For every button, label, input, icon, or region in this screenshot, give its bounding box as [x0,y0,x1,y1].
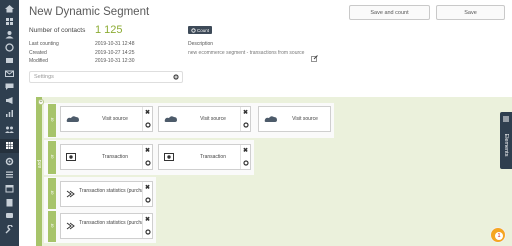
remove-condition-icon[interactable]: ✖ [145,110,150,116]
email-icon[interactable] [4,69,15,78]
condition-settings-gear-icon[interactable] [243,122,249,128]
calendar-icon[interactable] [4,184,15,193]
condition-name: Transaction [102,154,128,160]
notification-badge: 1 [495,232,503,240]
description-label: Description [188,41,214,47]
remove-condition-icon[interactable]: ✖ [145,148,150,154]
settings-gear-icon[interactable] [173,74,179,80]
created-value: 2019-10-27 14:25 [95,50,135,56]
modified-label: Modified [29,58,48,64]
condition-settings-gear-icon[interactable] [145,160,151,166]
or-label: or [49,190,55,195]
analytics-icon[interactable] [4,109,15,118]
page-title: New Dynamic Segment [29,6,150,18]
settings-icon[interactable] [4,157,15,166]
or-label: or [49,117,55,122]
visit-source-cloud-icon [66,116,79,122]
transaction-statistics-icon [66,222,75,230]
menu-icon [503,116,509,122]
condition-controls: ✖ [142,145,152,169]
megaphone-icon[interactable] [4,96,15,105]
condition-name: Visit source [292,116,318,122]
condition-card[interactable]: Transaction ✖ [158,144,251,170]
and-connector [36,97,42,246]
count-button-label: Count [196,27,209,33]
left-sidebar [0,0,19,246]
save-button[interactable]: Save [436,5,505,20]
condition-card[interactable]: Visit source [258,106,331,132]
reports-icon[interactable] [4,198,15,207]
condition-settings-gear-icon[interactable] [145,122,151,128]
transaction-statistics-icon [66,190,75,198]
user-avatar[interactable]: 1 [490,227,506,243]
condition-controls: ✖ [142,107,152,131]
condition-name: Transaction [200,154,226,160]
condition-card[interactable]: Transaction ✖ [60,144,153,170]
condition-card[interactable]: Transaction statistics (purchase) ✖ [60,213,153,239]
condition-name: Transaction statistics (purchase) [79,220,151,226]
chat-icon[interactable] [4,82,15,91]
condition-card[interactable]: Visit source ✖ [60,106,153,132]
contacts-count-value: 1 125 [95,24,123,36]
or-label: or [49,223,55,228]
last-counting-label: Last counting [29,41,59,47]
settings-field[interactable]: Settings [29,71,183,83]
or-label: or [49,154,55,159]
elements-panel-tab[interactable]: Elements [500,112,512,169]
segments-icon[interactable] [4,43,15,52]
elements-tab-label: Elements [503,133,509,157]
condition-card[interactable]: Visit source ✖ [158,106,251,132]
visit-source-cloud-icon [264,116,277,122]
description-value: new ecommerce segment - transactions fro… [188,50,305,56]
grid-icon[interactable] [4,141,15,150]
condition-controls: ✖ [142,214,152,238]
contacts-count-label: Number of contacts [29,27,86,34]
condition-settings-gear-icon[interactable] [243,160,249,166]
modified-value: 2019-10-31 12:30 [95,58,135,64]
condition-settings-gear-icon[interactable] [145,197,151,203]
dashboard-icon[interactable] [4,17,15,26]
last-counting-value: 2019-10-31 12:48 [95,41,135,47]
condition-name: Visit source [200,116,226,122]
save-and-count-button[interactable]: Save and count [349,5,430,20]
count-button[interactable]: Count [188,26,212,34]
contacts-icon[interactable] [4,30,15,39]
help-icon[interactable] [4,211,15,220]
condition-controls: ✖ [240,107,250,131]
remove-condition-icon[interactable]: ✖ [145,185,150,191]
transaction-icon [66,153,76,161]
remove-condition-icon[interactable]: ✖ [145,217,150,223]
condition-controls: ✖ [240,145,250,169]
condition-controls: ✖ [142,182,152,206]
settings-placeholder: Settings [34,74,54,80]
refresh-icon [191,27,196,33]
campaigns-icon[interactable] [4,56,15,65]
edit-icon[interactable] [311,49,318,67]
condition-name: Transaction statistics (purchase) [79,188,151,194]
home-icon[interactable] [4,4,15,13]
list-icon[interactable] [4,170,15,179]
remove-condition-icon[interactable]: ✖ [243,148,248,154]
remove-condition-icon[interactable]: ✖ [243,110,248,116]
transaction-icon [164,153,174,161]
condition-card[interactable]: Transaction statistics (purchase) ✖ [60,181,153,207]
and-label: and [37,159,43,169]
visit-source-cloud-icon [164,116,177,122]
users-icon[interactable] [4,125,15,134]
tools-icon[interactable] [4,225,15,234]
condition-settings-gear-icon[interactable] [145,229,151,235]
created-label: Created [29,50,47,56]
condition-name: Visit source [102,116,128,122]
